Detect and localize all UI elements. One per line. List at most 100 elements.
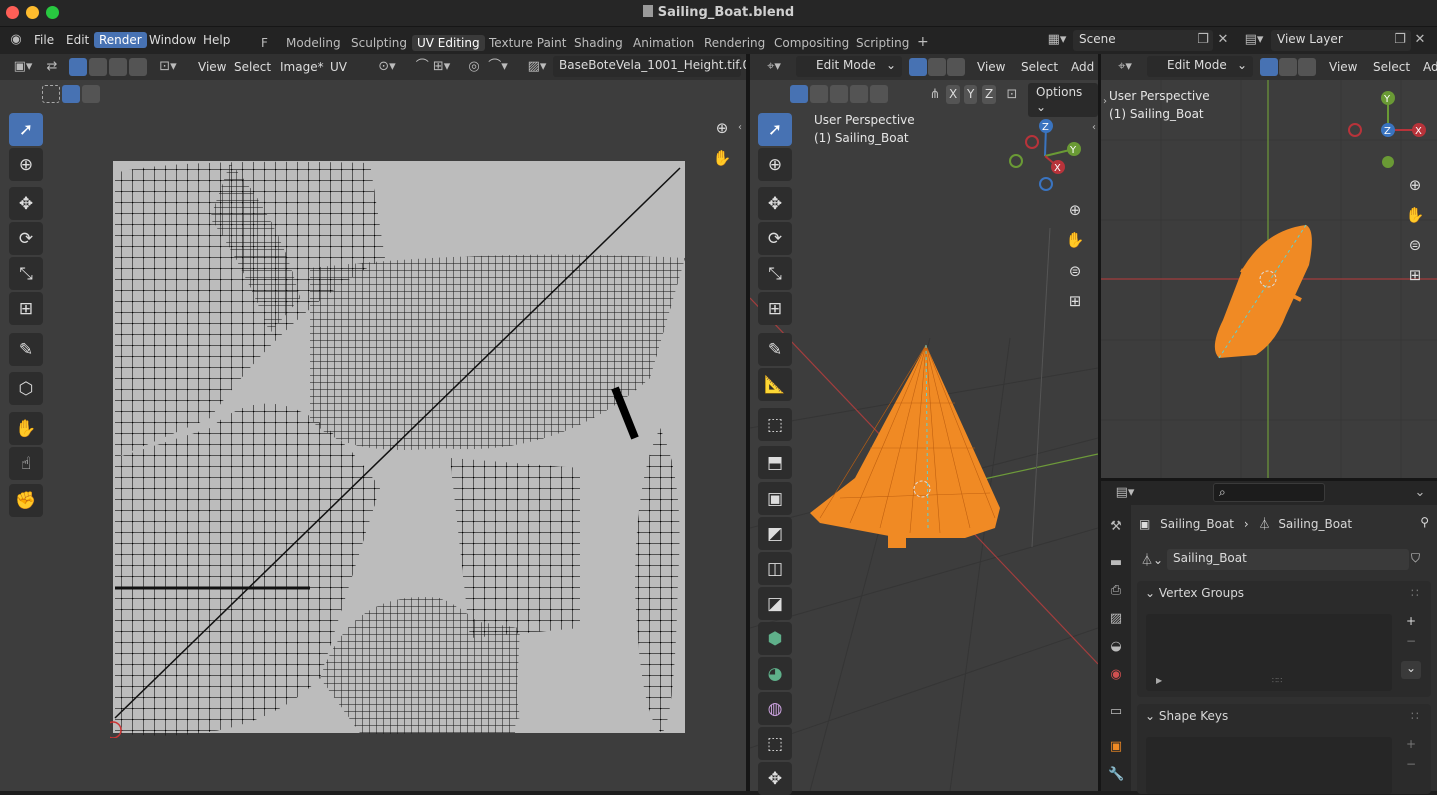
menu-render[interactable]: Render — [94, 32, 147, 48]
scene-tab-icon[interactable]: ◒ — [1108, 639, 1124, 655]
mirror-icon[interactable]: ⋔ — [928, 87, 942, 103]
axis-x-toggle[interactable]: X — [946, 85, 961, 104]
falloff-icon[interactable]: ⌒▾ — [486, 59, 510, 75]
select-subtract-icon[interactable] — [82, 85, 100, 103]
tool-knife[interactable]: ◪ — [758, 587, 792, 620]
edge-select-icon[interactable] — [928, 58, 946, 76]
sidebar-toggle-icon[interactable]: ‹ — [735, 120, 745, 136]
select-extend-icon[interactable] — [810, 85, 828, 103]
uv-canvas[interactable] — [110, 158, 690, 738]
shape-keys-header[interactable]: ⌄ Shape Keys — [1145, 709, 1228, 723]
tool-grab[interactable]: ✋ — [9, 412, 43, 445]
select-new-icon[interactable] — [42, 85, 60, 103]
tool-scale[interactable]: ⤡ — [9, 257, 43, 290]
uv-menu-select[interactable]: Select — [228, 58, 277, 77]
tool-annotate[interactable]: ✎ — [9, 333, 43, 366]
face-select-icon[interactable] — [1298, 58, 1316, 76]
uv-menu-image[interactable]: Image* — [274, 58, 330, 77]
view-layer-icon[interactable]: ▤▾ — [1240, 32, 1268, 48]
navigation-gizmo[interactable]: Z Y X — [1008, 114, 1098, 194]
vertex-select-icon[interactable] — [909, 58, 927, 76]
toolbar-toggle-icon[interactable]: › — [1101, 94, 1109, 110]
tool-inset[interactable]: ▣ — [758, 482, 792, 515]
tab-scripting[interactable]: Scripting — [851, 35, 914, 51]
tool-move[interactable]: ✥ — [9, 187, 43, 220]
pin-icon[interactable]: ⚲ — [1420, 515, 1429, 529]
axis-z-toggle[interactable]: Z — [982, 85, 997, 104]
output-tab-icon[interactable]: ⎙ — [1108, 583, 1124, 599]
chevron-down-icon[interactable]: ⌄ — [1413, 485, 1427, 501]
delete-scene-icon[interactable]: ✕ — [1216, 32, 1230, 48]
ortho-toggle-icon[interactable]: ⊞ — [1063, 289, 1087, 313]
select-new-icon[interactable] — [790, 85, 808, 103]
tool-transform[interactable]: ⊞ — [758, 292, 792, 325]
modifier-tab-icon[interactable]: 🔧 — [1108, 767, 1124, 783]
tool-move[interactable]: ✥ — [758, 187, 792, 220]
image-name-field[interactable]: BaseBoteVela_1001_Height.tif.001 — [553, 56, 765, 77]
tool-rotate[interactable]: ⟳ — [9, 222, 43, 255]
axis-y-toggle[interactable]: Y — [964, 85, 978, 104]
ortho-toggle-icon[interactable]: ⊞ — [1403, 263, 1427, 287]
expand-triangle-icon[interactable]: ▶ — [1156, 676, 1162, 685]
object-tab-icon[interactable]: ▣ — [1108, 739, 1124, 755]
editor-type-icon[interactable]: ▤▾ — [1111, 485, 1139, 501]
scene-field[interactable]: Scene — [1073, 30, 1213, 51]
tab-modeling[interactable]: Modeling — [281, 35, 346, 51]
scene-icon[interactable]: ▦▾ — [1044, 32, 1070, 48]
navigation-gizmo[interactable]: Y X Z — [1345, 88, 1431, 174]
add-workspace-button[interactable]: + — [912, 33, 934, 51]
tool-rotate[interactable]: ⟳ — [758, 222, 792, 255]
viewport-menu-select[interactable]: Select — [1015, 58, 1064, 77]
tab-shading[interactable]: Shading — [569, 35, 628, 51]
tab-uv-editing[interactable]: UV Editing — [412, 35, 485, 51]
mesh-data-icon[interactable]: ⏃⌄ — [1141, 551, 1163, 568]
pan-icon[interactable]: ✋ — [1063, 228, 1087, 252]
tool-pinch[interactable]: ✊ — [9, 484, 43, 517]
tool-cursor[interactable]: ⊕ — [758, 148, 792, 181]
add-shape-key-button[interactable]: + — [1401, 737, 1421, 755]
tool-smooth[interactable]: ◍ — [758, 692, 792, 725]
editor-type-icon[interactable]: ⌖▾ — [1111, 59, 1139, 75]
drag-handle-icon[interactable]: ∷ — [1411, 586, 1419, 600]
remove-vertex-group-button[interactable]: − — [1401, 634, 1421, 652]
face-select-icon[interactable] — [109, 58, 127, 76]
vertex-group-specials-button[interactable]: ⌄ — [1401, 661, 1421, 679]
collection-tab-icon[interactable]: ▭ — [1108, 704, 1124, 720]
pan-icon[interactable]: ✋ — [710, 146, 734, 170]
camera-icon[interactable]: ⊜ — [1403, 233, 1427, 257]
image-browse-icon[interactable]: ▨▾ — [523, 59, 551, 75]
snap-icon[interactable]: ⌒ ⊞▾ — [408, 59, 458, 75]
tool-shrink[interactable]: ✥ — [758, 762, 792, 795]
select-intersect-icon[interactable] — [870, 85, 888, 103]
tab-animation[interactable]: Animation — [628, 35, 699, 51]
viewport-menu-select[interactable]: Select — [1367, 58, 1416, 77]
menu-file[interactable]: File — [29, 32, 59, 48]
tool-tab-icon[interactable]: ⚒ — [1108, 519, 1124, 535]
tab-rendering[interactable]: Rendering — [699, 35, 770, 51]
tool-cursor[interactable]: ⊕ — [9, 148, 43, 181]
sticky-selection-icon[interactable]: ⊡▾ — [154, 59, 182, 75]
editor-type-icon[interactable]: ▣▾ — [8, 59, 38, 75]
menu-help[interactable]: Help — [198, 32, 235, 48]
proportional-edit-icon[interactable]: ◎ — [466, 59, 482, 75]
remove-shape-key-button[interactable]: − — [1401, 757, 1421, 775]
tool-transform[interactable]: ⊞ — [9, 292, 43, 325]
pan-icon[interactable]: ✋ — [1403, 203, 1427, 227]
new-scene-icon[interactable]: ❐ — [1196, 32, 1210, 48]
mode-dropdown[interactable]: Edit Mode ⌄ — [796, 56, 902, 77]
viewport-3d-right[interactable]: ⌖▾ Edit Mode ⌄ View Select Add User Persp… — [1101, 54, 1437, 478]
pivot-point-icon[interactable]: ⊙▾ — [372, 59, 402, 75]
mesh-name-field[interactable]: Sailing_Boat — [1167, 549, 1409, 570]
tool-poly-build[interactable]: ⬢ — [758, 622, 792, 655]
properties-search-input[interactable]: ⌕ — [1213, 483, 1325, 502]
select-extend-icon[interactable] — [62, 85, 80, 103]
tool-select-box[interactable]: ➚ — [758, 113, 792, 146]
workspace-prefix[interactable]: F — [256, 35, 273, 51]
select-invert-icon[interactable] — [850, 85, 868, 103]
tool-select-box[interactable]: ➚ — [9, 113, 43, 146]
vertex-groups-list[interactable]: ▶ ∷∷ — [1146, 614, 1392, 691]
world-tab-icon[interactable]: ◉ — [1108, 667, 1124, 683]
resize-handle-icon[interactable]: ∷∷ — [1272, 676, 1282, 685]
uv-menu-uv[interactable]: UV — [324, 58, 353, 77]
zoom-icon[interactable]: ⊕ — [710, 116, 734, 140]
